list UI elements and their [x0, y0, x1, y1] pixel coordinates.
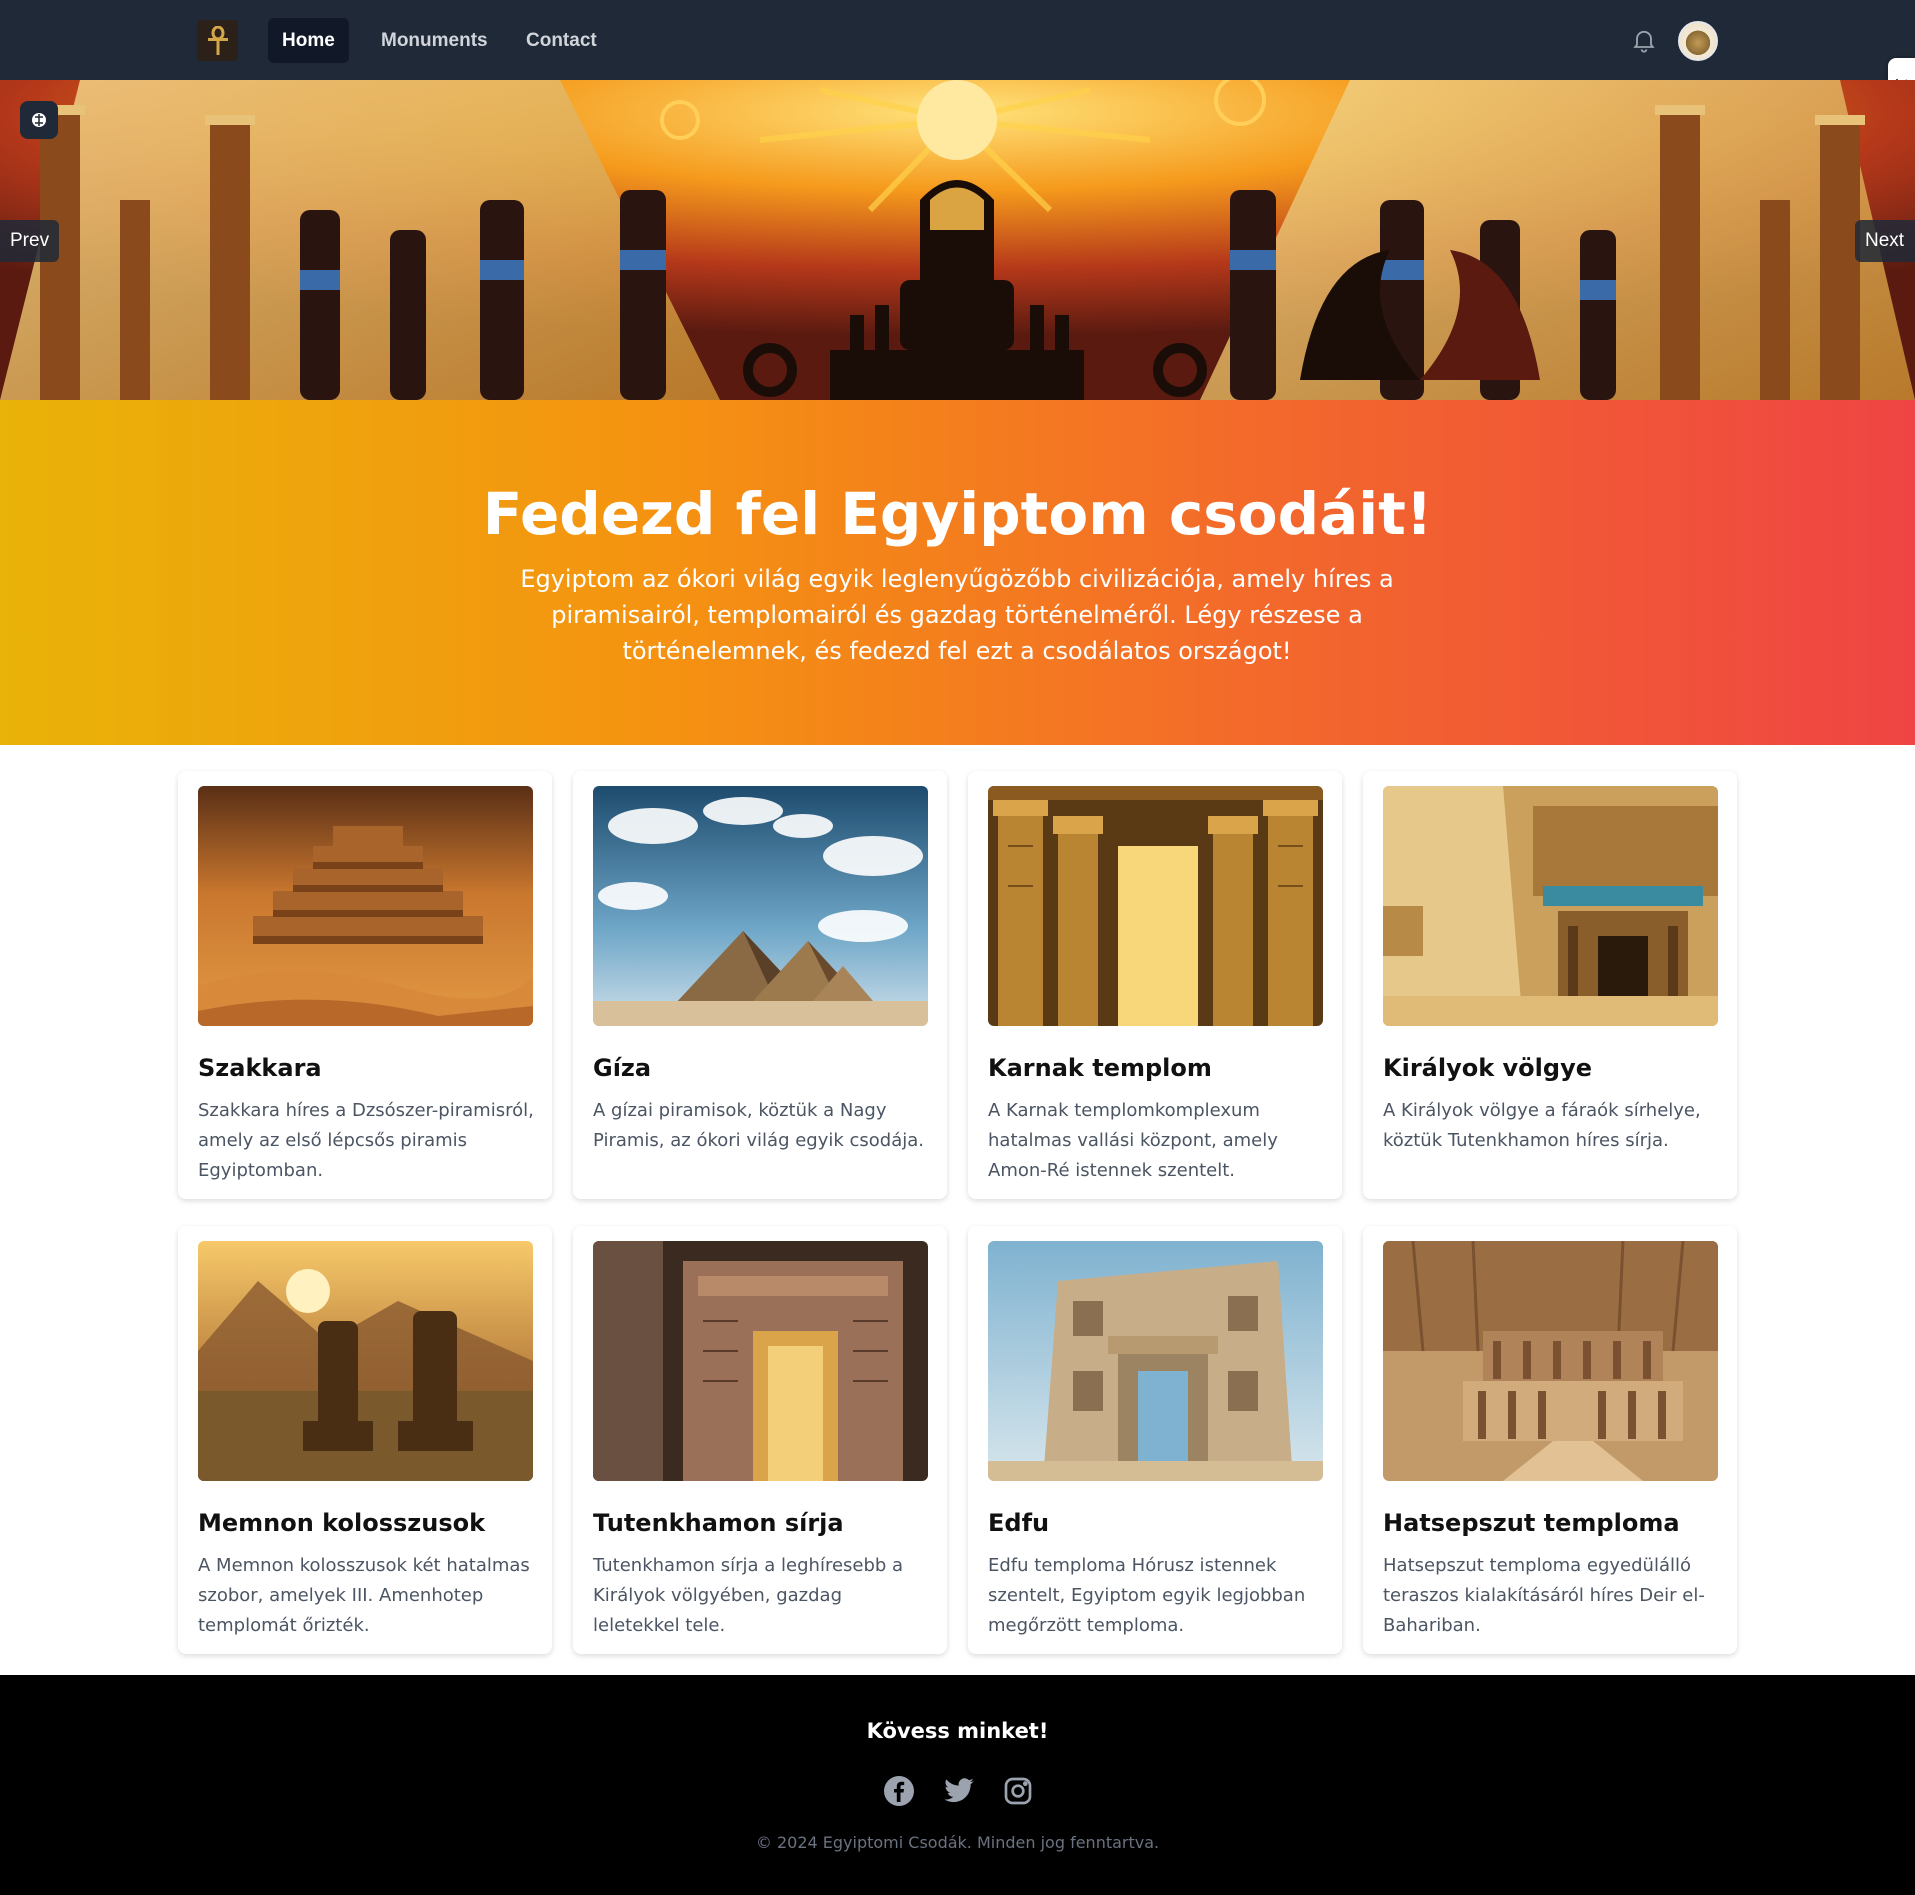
carousel-prev-button[interactable]: Prev	[0, 220, 60, 262]
monument-card-giza[interactable]: Gíza A gízai piramisok, köztük a Nagy Pi…	[573, 771, 947, 1199]
hero-subtitle: Egyiptom az ókori világ egyik leglenyűgö…	[520, 565, 1394, 665]
card-image	[988, 786, 1323, 1026]
monument-card-kings-valley[interactable]: Királyok völgye A Királyok völgye a fára…	[1363, 771, 1737, 1199]
monument-card-karnak[interactable]: Karnak templom A Karnak templomkomplexum…	[968, 771, 1342, 1199]
top-navbar: Home Monuments Contact	[0, 0, 1915, 80]
hero-banner: Fedezd fel Egyiptom csodáit! Egyiptom az…	[0, 400, 1915, 745]
nav-link-home[interactable]: Home	[268, 18, 349, 63]
monument-card-hatshepsut[interactable]: Hatsepszut temploma Hatsepszut temploma …	[1363, 1226, 1737, 1654]
monument-card-szakkara[interactable]: Szakkara Szakkara híres a Dzsószer-piram…	[178, 771, 552, 1199]
ankh-logo-icon[interactable]	[197, 20, 238, 61]
monument-card-edfu[interactable]: Edfu Edfu temploma Hórusz istennek szent…	[968, 1226, 1342, 1654]
monument-card-tutankhamun[interactable]: Tutenkhamon sírja Tutenkhamon sírja a le…	[573, 1226, 947, 1654]
carousel-next-button[interactable]: Next	[1855, 220, 1915, 262]
card-description: A Memnon kolosszusok két hatalmas szobor…	[198, 1555, 530, 1636]
card-image	[198, 1241, 533, 1481]
card-description: Szakkara híres a Dzsószer-piramisról, am…	[198, 1100, 534, 1181]
card-image	[593, 786, 928, 1026]
card-description: Tutenkhamon sírja a leghíresebb a Király…	[593, 1555, 904, 1636]
card-title: Királyok völgye	[1383, 1054, 1592, 1082]
card-description: Edfu temploma Hórusz istennek szentelt, …	[988, 1555, 1306, 1636]
card-description: A Királyok völgye a fáraók sírhelye, köz…	[1383, 1100, 1701, 1151]
card-title: Edfu	[988, 1509, 1050, 1537]
footer-copyright: © 2024 Egyiptomi Csodák. Minden jog fenn…	[755, 1833, 1160, 1852]
nav-link-monuments[interactable]: Monuments	[367, 18, 502, 63]
card-title: Memnon kolosszusok	[198, 1509, 486, 1537]
card-image	[593, 1241, 928, 1481]
card-description: Hatsepszut temploma egyedülálló teraszos…	[1383, 1555, 1705, 1636]
bell-icon[interactable]	[1630, 26, 1658, 54]
card-description: A Karnak templomkomplexum hatalmas vallá…	[988, 1100, 1278, 1181]
card-title: Hatsepszut temploma	[1383, 1509, 1680, 1537]
user-avatar[interactable]	[1678, 21, 1718, 61]
card-title: Szakkara	[198, 1054, 322, 1082]
facebook-icon[interactable]	[883, 1775, 915, 1807]
footer-follow-title: Kövess minket!	[866, 1719, 1049, 1743]
monument-card-memnon[interactable]: Memnon kolosszusok A Memnon kolosszusok …	[178, 1226, 552, 1654]
card-title: Tutenkhamon sírja	[593, 1509, 844, 1537]
twitter-icon[interactable]	[943, 1775, 975, 1807]
card-image	[198, 786, 533, 1026]
card-title: Karnak templom	[988, 1054, 1212, 1082]
instagram-icon[interactable]	[1002, 1775, 1034, 1807]
brain-extension-icon[interactable]	[20, 101, 58, 139]
nav-link-contact[interactable]: Contact	[512, 18, 611, 63]
card-image	[1383, 1241, 1718, 1481]
page-footer: Kövess minket! © 2024 Egyiptomi Csodák. …	[0, 1675, 1915, 1895]
card-image	[988, 1241, 1323, 1481]
card-description: A gízai piramisok, köztük a Nagy Piramis…	[593, 1100, 925, 1151]
card-title: Gíza	[593, 1054, 652, 1082]
card-image	[1383, 786, 1718, 1026]
hero-title: Fedezd fel Egyiptom csodáit!	[482, 480, 1433, 548]
hero-carousel-image	[0, 80, 1915, 400]
